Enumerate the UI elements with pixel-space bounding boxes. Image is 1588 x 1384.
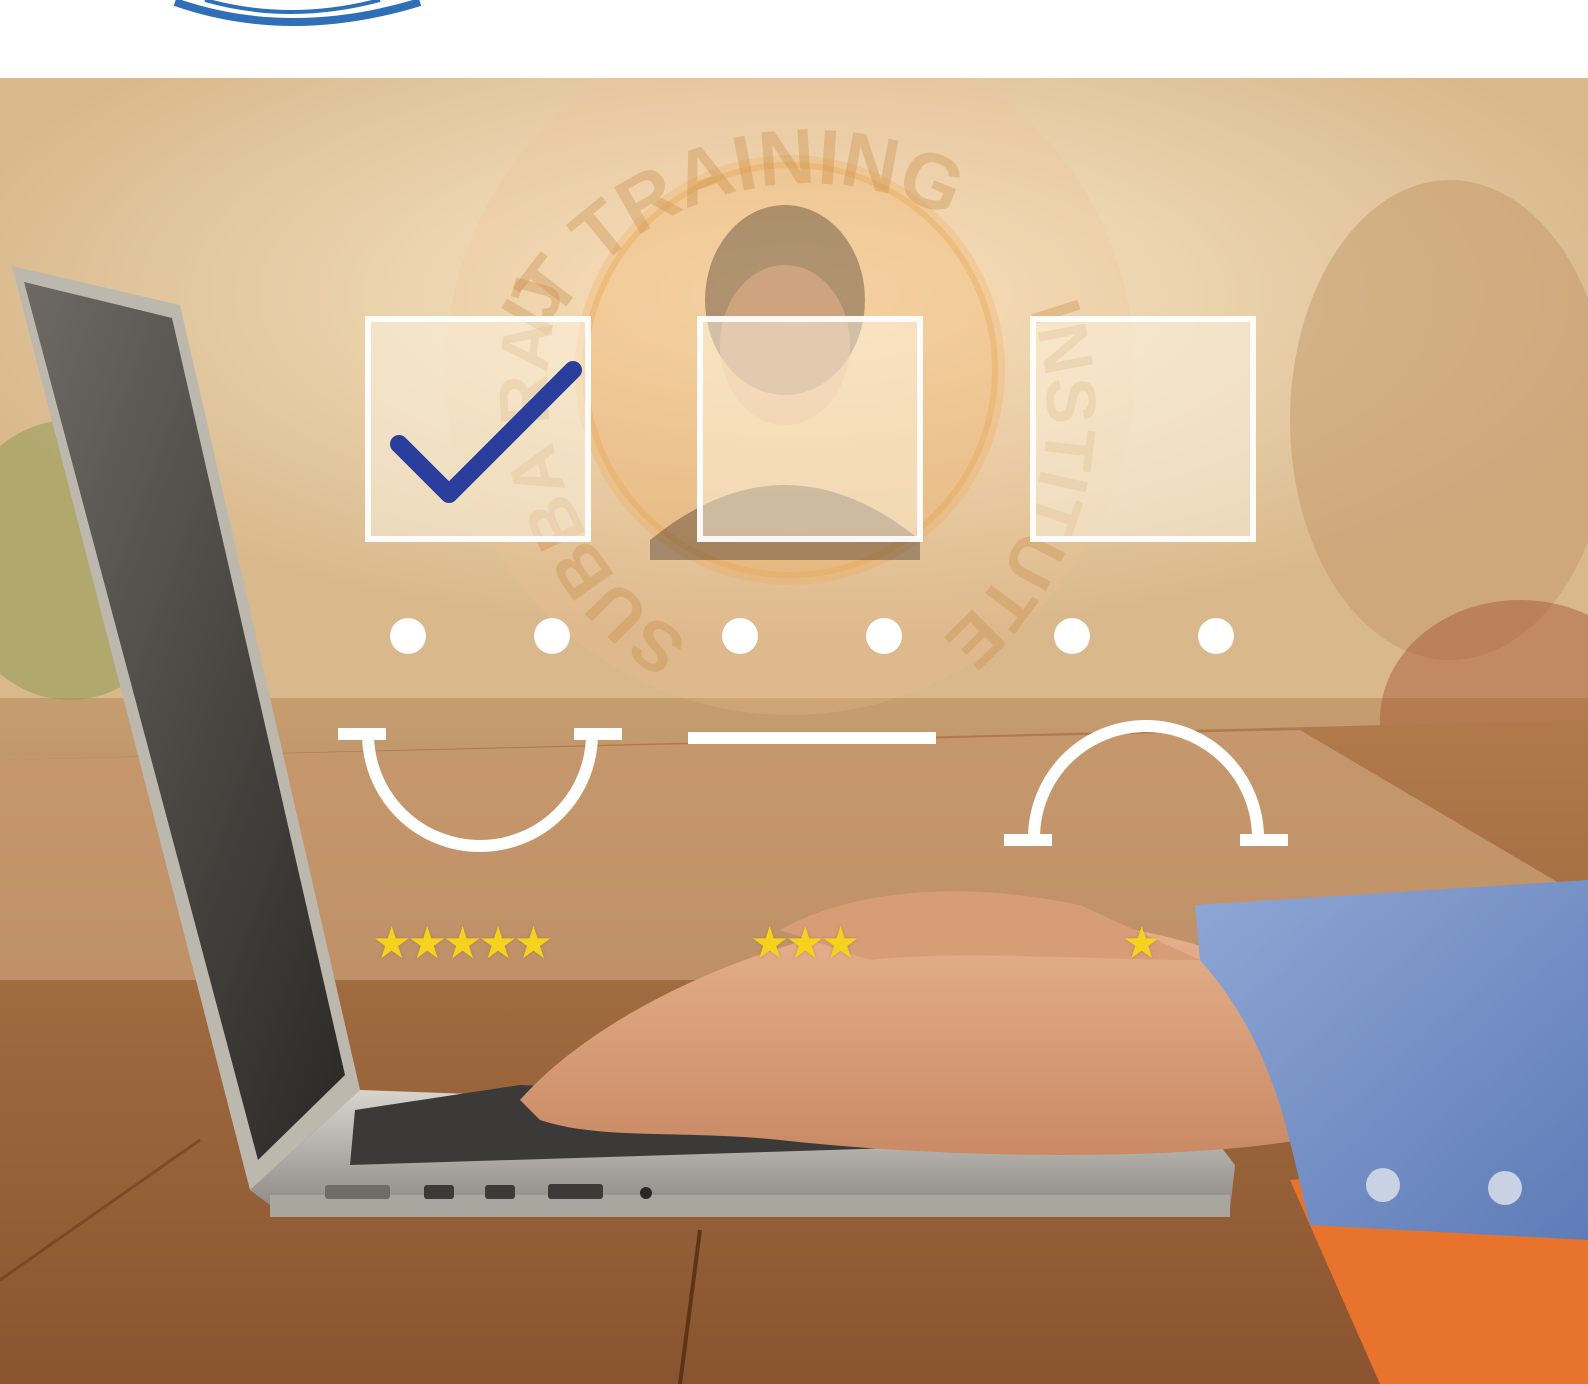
dot-2 <box>534 618 570 654</box>
dot-4 <box>866 618 902 654</box>
photo-canvas: IT TRAINING INSTITUTES SUBBA RAJU'S <box>0 0 1588 1384</box>
background-photo: IT TRAINING INSTITUTES SUBBA RAJU'S <box>0 78 1588 1384</box>
logo-fragment <box>173 0 422 26</box>
dot-1 <box>390 618 426 654</box>
three-star-rating: ★★★ <box>750 918 860 969</box>
dot-6 <box>1198 618 1234 654</box>
header-band <box>0 0 1588 78</box>
one-star-rating: ★ <box>1122 918 1162 969</box>
checkmark-icon <box>390 361 582 503</box>
watermark-seal: IT TRAINING INSTITUTES SUBBA RAJU'S <box>0 78 1135 715</box>
dot-5 <box>1054 618 1090 654</box>
checkbox-option-3[interactable] <box>1030 316 1256 542</box>
five-star-rating: ★★★★★ <box>372 918 553 969</box>
dot-3 <box>722 618 758 654</box>
checkbox-option-1[interactable] <box>365 316 591 542</box>
checkbox-option-2[interactable] <box>697 316 923 542</box>
